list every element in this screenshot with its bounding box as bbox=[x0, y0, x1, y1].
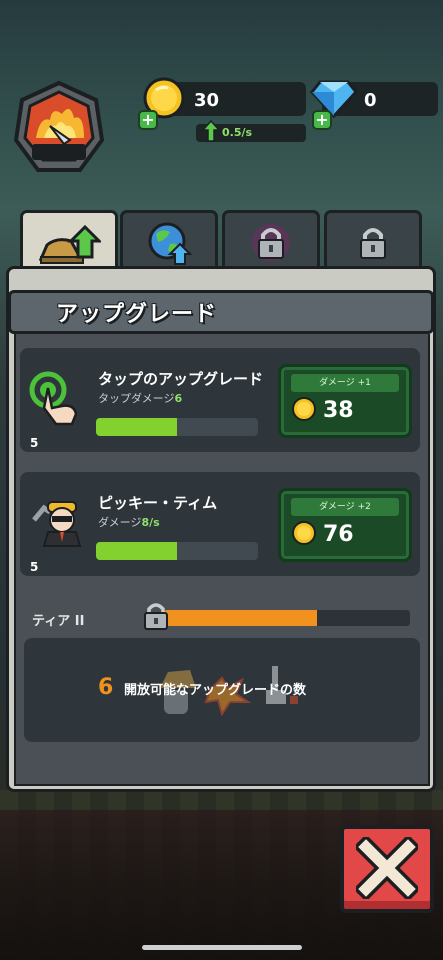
buy-label: ダメージ +2 bbox=[291, 498, 399, 516]
tab-locked-1[interactable] bbox=[222, 210, 320, 272]
close-button[interactable] bbox=[340, 825, 434, 913]
tap-hand-icon bbox=[29, 371, 78, 426]
upgrade-title: ピッキー・ティム bbox=[98, 494, 218, 512]
upgrade-progress-bar bbox=[96, 418, 258, 436]
upgrade-progress-fill bbox=[96, 418, 177, 436]
unlockable-count: 6 bbox=[98, 675, 114, 700]
upgrade-title: タップのアップグレード bbox=[98, 370, 264, 388]
coins-value: 30 bbox=[194, 90, 220, 111]
upgrade-subtitle: タップダメージ6 bbox=[98, 392, 183, 405]
lock-icon bbox=[144, 603, 168, 630]
gold-coin-icon bbox=[292, 521, 316, 545]
buy-tap-upgrade-button[interactable]: ダメージ +1 38 bbox=[278, 364, 412, 438]
gold-coin-icon bbox=[292, 397, 316, 421]
unlockable-text: 開放可能なアップグレードの数 bbox=[124, 683, 307, 698]
globe-upgrade-icon bbox=[148, 222, 192, 265]
coin-rate-value: 0.5/s bbox=[222, 126, 253, 139]
lock-icon bbox=[360, 227, 386, 259]
buy-label: ダメージ +1 bbox=[291, 374, 399, 392]
tab-locked-2[interactable] bbox=[324, 210, 422, 272]
upgrade-arrow-icon bbox=[38, 224, 101, 264]
fire-meter-icon bbox=[13, 80, 105, 172]
player-level-badge[interactable]: 🔥︎80 bbox=[12, 80, 106, 242]
tier-label: ティア II bbox=[32, 614, 85, 629]
upgrade-subtitle: ダメージ8/s bbox=[98, 516, 160, 529]
tier-progress-fill bbox=[164, 610, 317, 626]
tier-progress-bar bbox=[164, 610, 410, 626]
miner-tim-icon bbox=[32, 501, 82, 547]
upgrade-level: 5 bbox=[30, 560, 39, 574]
upgrade-level: 5 bbox=[30, 436, 39, 450]
tab-world[interactable] bbox=[120, 210, 218, 272]
buy-price: 38 bbox=[323, 398, 354, 423]
gems-value: 0 bbox=[364, 90, 377, 111]
add-coins-button[interactable]: + bbox=[138, 110, 158, 130]
lock-icon bbox=[252, 223, 290, 262]
home-indicator[interactable] bbox=[142, 945, 302, 950]
close-icon bbox=[356, 837, 418, 899]
buy-tim-upgrade-button[interactable]: ダメージ +2 76 bbox=[278, 488, 412, 562]
up-arrow-icon bbox=[202, 120, 220, 142]
upgrade-progress-fill bbox=[96, 542, 177, 560]
add-gems-button[interactable]: + bbox=[312, 110, 332, 130]
buy-price: 76 bbox=[323, 522, 354, 547]
panel-title: アップグレード bbox=[56, 302, 218, 327]
upgrade-progress-bar bbox=[96, 542, 258, 560]
